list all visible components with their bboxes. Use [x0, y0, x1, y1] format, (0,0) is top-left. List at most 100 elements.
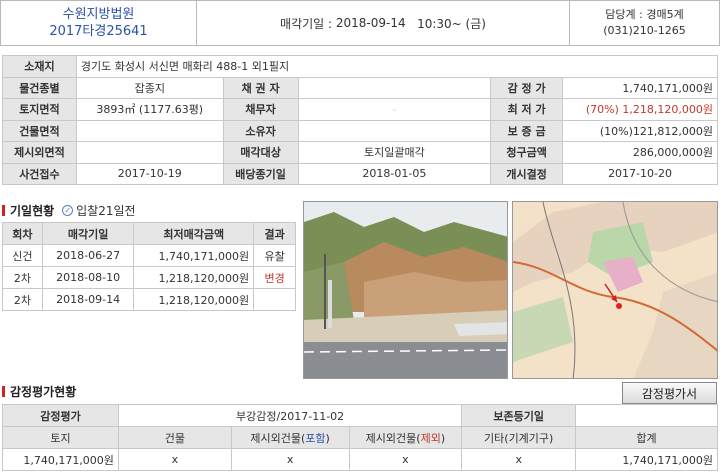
info-label: 보 증 금 [490, 119, 564, 142]
court-info: 수원지방법원 2017타경25641 [1, 1, 197, 45]
info-label: 채무자 [222, 98, 299, 121]
info-row: 건물면적 소유자 보 증 금 (10%)121,812,000원 [2, 119, 718, 142]
dividend-deadline: 2018-01-05 [297, 162, 492, 185]
history-table: 회차 매각기일 최저매각금액 결과 신건 2018-06-27 1,740,17… [2, 222, 296, 311]
sale-date: 2018-06-27 [41, 244, 135, 267]
bid-countdown-text: 입찰21일전 [76, 203, 136, 218]
header-included: 포함 [305, 431, 326, 445]
result: 변경 [253, 266, 296, 289]
sale-date-info: 매각기일 : 2018-09-14 10:30~ (금) [197, 1, 569, 45]
header-part: ) [440, 431, 446, 445]
case-info-table: 소재지 경기도 화성시 서신면 매화리 488-1 외1필지 물건종별 잡종지 … [2, 55, 719, 185]
info-row: 사건접수 2017-10-19 배당종기일 2018-01-05 개시결정 20… [2, 162, 718, 185]
appraisal-section-title: 감정평가현황 [2, 382, 76, 400]
total-value: 1,740,171,000원 [575, 448, 718, 471]
sale-date: 2018-08-10 [41, 266, 135, 289]
sale-date-label: 매각기일 : [280, 16, 336, 31]
land-value: 1,740,171,000원 [2, 448, 119, 471]
debtor-value: - [297, 98, 492, 121]
info-label: 감 정 가 [490, 76, 564, 99]
column-header: 제시외건물(포함) [230, 426, 350, 449]
table-row: 신건 2018-06-27 1,740,171,000원 유찰 [2, 244, 296, 267]
case-number[interactable]: 2017타경25641 [49, 23, 147, 40]
address-label: 소재지 [2, 55, 77, 78]
appraisal-firm-date: 부강감정/2017-11-02 [117, 404, 463, 427]
table-row: 1,740,171,000원 x x x x 1,740,171,000원 [2, 448, 718, 471]
section-marker [2, 204, 5, 216]
history-header-row: 회차 매각기일 최저매각금액 결과 [2, 222, 296, 245]
registration-date [575, 404, 718, 427]
deposit-amount: (10%)121,812,000원 [562, 119, 718, 142]
department-phone: (031)210-1265 [603, 24, 686, 37]
header-part: 제시외건물( [250, 431, 306, 445]
column-header: 회차 [2, 222, 43, 245]
column-header: 제시외건물(제외) [348, 426, 463, 449]
appraised-price: 1,740,171,000원 [562, 76, 718, 99]
building-area [75, 119, 224, 142]
result: 유찰 [253, 244, 296, 267]
column-header: 건물 [117, 426, 232, 449]
excluded-area [75, 141, 224, 164]
department-info: 담당계 : 경매5계 (031)210-1265 [569, 1, 719, 45]
table-row: 2차 2018-08-10 1,218,120,000원 변경 [2, 266, 296, 289]
result [253, 288, 296, 311]
appraisal-title: 감정평가현황 [10, 384, 77, 399]
header-part: 제시외건물( [365, 431, 421, 445]
min-price: 1,218,120,000원 [133, 288, 255, 311]
history-section-title: 기일현황 ✓ 입찰21일전 [2, 201, 136, 219]
land-area: 3893㎡ (1177.63평) [75, 98, 224, 121]
sale-time: 10:30~ (금) [417, 16, 486, 31]
minimum-price: (70%) 1,218,120,000원 [562, 98, 718, 121]
min-price: 1,218,120,000원 [133, 266, 255, 289]
info-label: 최 저 가 [490, 98, 564, 121]
extra-building-excluded-value: x [348, 448, 463, 471]
info-label: 소유자 [222, 119, 299, 142]
min-price: 1,740,171,000원 [133, 244, 255, 267]
building-value: x [117, 448, 232, 471]
table-row: 2차 2018-09-14 1,218,120,000원 [2, 288, 296, 311]
info-label: 매각대상 [222, 141, 299, 164]
department-name: 경매5계 [646, 8, 684, 21]
info-label: 채 권 자 [222, 76, 299, 99]
info-label: 배당종기일 [222, 162, 299, 185]
history-title: 기일현황 [10, 203, 55, 218]
appraisal-label: 감정평가 [2, 404, 119, 427]
info-row: 제시외면적 매각대상 토지일괄매각 청구금액 286,000,000원 [2, 141, 718, 164]
column-header: 최저매각금액 [133, 222, 255, 245]
column-header: 합계 [575, 426, 718, 449]
machinery-value: x [461, 448, 577, 471]
column-header: 기타(기계기구) [461, 426, 577, 449]
registration-date-label: 보존등기일 [461, 404, 577, 427]
creditor-value [297, 76, 492, 99]
check-circle-icon: ✓ [62, 204, 74, 216]
claim-amount: 286,000,000원 [562, 141, 718, 164]
header-part: ) [325, 431, 330, 445]
info-label: 사건접수 [2, 162, 77, 185]
sale-date: 2018-09-14 [41, 288, 135, 311]
info-label: 토지면적 [2, 98, 77, 121]
appraisal-row: 감정평가 부강감정/2017-11-02 보존등기일 [2, 404, 718, 427]
column-header: 결과 [253, 222, 296, 245]
appraisal-header-row: 토지 건물 제시외건물(포함) 제시외건물(제외) 기타(기계기구) 합계 [2, 426, 718, 449]
info-label: 제시외면적 [2, 141, 77, 164]
commencement-date: 2017-10-20 [562, 162, 718, 185]
section-marker [2, 385, 5, 397]
appraisal-table: 감정평가 부강감정/2017-11-02 보존등기일 토지 건물 제시외건물(포… [2, 404, 718, 471]
info-row: 토지면적 3893㎡ (1177.63평) 채무자 - 최 저 가 (70%) … [2, 98, 718, 121]
extra-building-included-value: x [230, 448, 350, 471]
address-row: 소재지 경기도 화성시 서신면 매화리 488-1 외1필지 [2, 55, 719, 78]
case-header: 수원지방법원 2017타경25641 매각기일 : 2018-09-14 10:… [0, 0, 720, 46]
info-label: 건물면적 [2, 119, 77, 142]
location-map[interactable] [512, 201, 718, 379]
column-header: 매각기일 [41, 222, 135, 245]
info-label: 개시결정 [490, 162, 564, 185]
info-row: 물건종별 잡종지 채 권 자 감 정 가 1,740,171,000원 [2, 76, 718, 99]
info-label: 청구금액 [490, 141, 564, 164]
round: 신건 [2, 244, 43, 267]
info-label: 물건종별 [2, 76, 77, 99]
sale-target: 토지일괄매각 [297, 141, 492, 164]
property-photo[interactable] [303, 201, 508, 379]
property-type: 잡종지 [75, 76, 224, 99]
court-name[interactable]: 수원지방법원 [63, 6, 135, 23]
appraisal-report-button[interactable]: 감정평가서 [622, 382, 717, 404]
